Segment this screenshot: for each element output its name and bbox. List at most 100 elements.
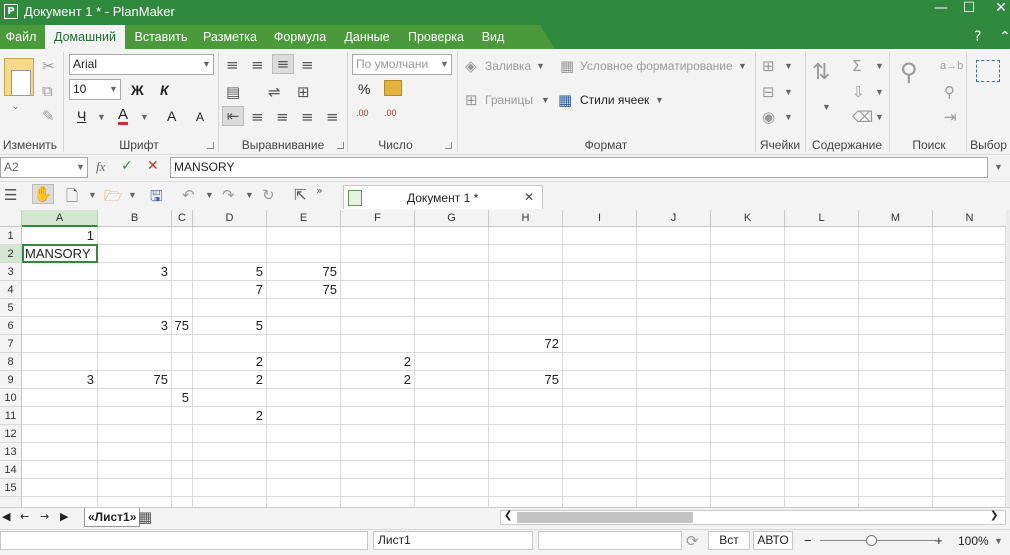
close-tab-icon[interactable]: ✕ — [524, 190, 534, 204]
clear-icon[interactable]: ⌫ — [852, 108, 873, 126]
open-folder-icon[interactable]: 🗁 — [104, 186, 123, 211]
calc-mode-indicator[interactable]: АВТО — [753, 531, 793, 550]
last-sheet-icon[interactable]: ▶ — [60, 510, 68, 523]
menu-file[interactable]: Файл — [0, 25, 42, 49]
function-icon[interactable]: fx — [96, 159, 105, 175]
add-sheet-icon[interactable]: ▦ — [138, 508, 152, 526]
menu-icon[interactable]: ☰ — [4, 186, 17, 204]
format-painter-icon[interactable]: ✎ — [42, 107, 55, 125]
undo-icon[interactable]: ↶ — [182, 186, 195, 204]
align-left-icon[interactable]: ≡ — [251, 108, 264, 126]
column-header[interactable]: H — [489, 210, 563, 227]
chevron-down-icon[interactable]: ▼ — [205, 190, 214, 200]
row-header[interactable]: 7 — [0, 335, 21, 353]
conditional-format-button[interactable]: Условное форматирование — [580, 59, 733, 73]
cell-e3[interactable]: 75 — [267, 263, 337, 281]
menu-review[interactable]: Проверка — [400, 25, 472, 49]
dialog-launcher-icon[interactable] — [207, 142, 214, 149]
column-header[interactable]: K — [711, 210, 785, 227]
scroll-right-icon[interactable]: ❯ — [990, 510, 998, 521]
find-next-icon[interactable]: ⚲ — [944, 83, 955, 101]
row-header[interactable]: 8 — [0, 353, 21, 371]
align-right-icon[interactable]: ≡ — [301, 108, 314, 126]
decrease-decimals-icon[interactable]: .00 — [384, 108, 397, 118]
bold-button[interactable]: Ж — [131, 82, 144, 98]
cell-b3[interactable]: 3 — [98, 263, 168, 281]
chevron-down-icon[interactable]: ▼ — [994, 536, 1003, 546]
cell-a9[interactable]: 3 — [22, 371, 94, 389]
repeat-icon[interactable]: ↻ — [262, 186, 275, 204]
column-header[interactable]: G — [415, 210, 489, 227]
vertical-scrollbar[interactable] — [1006, 210, 1010, 507]
dialog-launcher-icon[interactable] — [337, 142, 344, 149]
search-icon[interactable]: ⚲ — [900, 58, 918, 86]
column-header[interactable]: C — [172, 210, 193, 227]
number-format-combo[interactable]: По умолчани — [352, 54, 452, 75]
close-window-button[interactable]: ✕ — [978, 0, 1010, 25]
zoom-out-button[interactable]: − — [804, 533, 812, 548]
percent-button[interactable]: % — [358, 81, 370, 97]
cell-d4[interactable]: 7 — [193, 281, 263, 299]
row-header[interactable]: 10 — [0, 389, 21, 407]
font-name-combo[interactable]: Arial — [69, 54, 214, 75]
row-header[interactable]: 13 — [0, 443, 21, 461]
sort-filter-icon[interactable]: ⇅ — [812, 60, 830, 85]
fill-down-icon[interactable]: ⇩ — [852, 83, 865, 101]
column-header[interactable]: A — [22, 210, 98, 227]
column-header[interactable]: F — [341, 210, 415, 227]
indent-icon[interactable]: ⇤ — [222, 106, 244, 126]
column-header[interactable]: E — [267, 210, 341, 227]
wrap-text-icon[interactable]: ⇌ — [268, 83, 281, 101]
cell-a1[interactable]: 1 — [22, 227, 94, 245]
zoom-slider-thumb[interactable] — [866, 535, 877, 546]
menu-layout[interactable]: Разметка — [197, 25, 263, 49]
select-all-corner[interactable] — [0, 210, 22, 227]
underline-button[interactable]: Ч — [77, 108, 86, 124]
chevron-down-icon[interactable]: ▼ — [88, 190, 97, 200]
pointer-icon[interactable]: ⇱ — [294, 186, 307, 204]
row-header[interactable]: 6 — [0, 317, 21, 335]
fill-icon[interactable]: ◈ — [465, 57, 477, 75]
row-header[interactable]: 9 — [0, 371, 21, 389]
first-sheet-icon[interactable]: ◀ — [2, 510, 10, 523]
new-document-icon[interactable]: 🗋 — [66, 186, 78, 211]
italic-button[interactable]: К — [160, 82, 169, 98]
cell-h9[interactable]: 75 — [489, 371, 559, 389]
cell-d8[interactable]: 2 — [193, 353, 263, 371]
increase-decimals-icon[interactable]: .00 — [356, 108, 369, 118]
refresh-icon[interactable]: ⟳ — [686, 532, 699, 550]
cell-d3[interactable]: 5 — [193, 263, 263, 281]
row-header[interactable]: 2 — [0, 245, 21, 263]
column-header[interactable]: J — [637, 210, 711, 227]
dialog-launcher-icon[interactable] — [445, 142, 452, 149]
sum-icon[interactable]: Σ — [852, 57, 861, 75]
row-header[interactable]: 14 — [0, 461, 21, 479]
cell-d11[interactable]: 2 — [193, 407, 263, 425]
insert-cells-icon[interactable]: ⊞ — [762, 57, 775, 75]
formula-input[interactable]: MANSORY — [170, 157, 988, 178]
column-header[interactable]: D — [193, 210, 267, 227]
cell-reference-box[interactable]: A2 — [0, 157, 88, 178]
cell-f9[interactable]: 2 — [341, 371, 411, 389]
more-tools-icon[interactable]: » — [316, 184, 323, 197]
conditional-format-icon[interactable]: ▦ — [560, 57, 574, 75]
cell-d9[interactable]: 2 — [193, 371, 263, 389]
cell-h7[interactable]: 72 — [489, 335, 559, 353]
menu-view[interactable]: Вид — [475, 25, 511, 49]
zoom-slider-track[interactable] — [820, 540, 936, 541]
delete-cells-icon[interactable]: ⊟ — [762, 83, 775, 101]
menu-insert[interactable]: Вставить — [128, 25, 194, 49]
insert-mode-indicator[interactable]: Вст — [708, 531, 750, 550]
menu-formula[interactable]: Формула — [266, 25, 334, 49]
zoom-level[interactable]: 100% — [958, 534, 989, 548]
shrink-font-button[interactable]: A — [196, 110, 204, 124]
replace-icon[interactable]: a→b — [940, 60, 963, 72]
help-icon[interactable]: ? — [974, 25, 981, 49]
currency-icon[interactable] — [384, 80, 402, 96]
select-icon[interactable] — [976, 60, 1000, 82]
cell-c10[interactable]: 5 — [172, 389, 189, 407]
merge-cells-icon[interactable]: ⊞ — [297, 83, 310, 101]
align-bottom-icon[interactable]: ≡ — [272, 54, 294, 74]
redo-icon[interactable]: ↷ — [222, 186, 235, 204]
horizontal-scroll-thumb[interactable] — [517, 512, 693, 523]
